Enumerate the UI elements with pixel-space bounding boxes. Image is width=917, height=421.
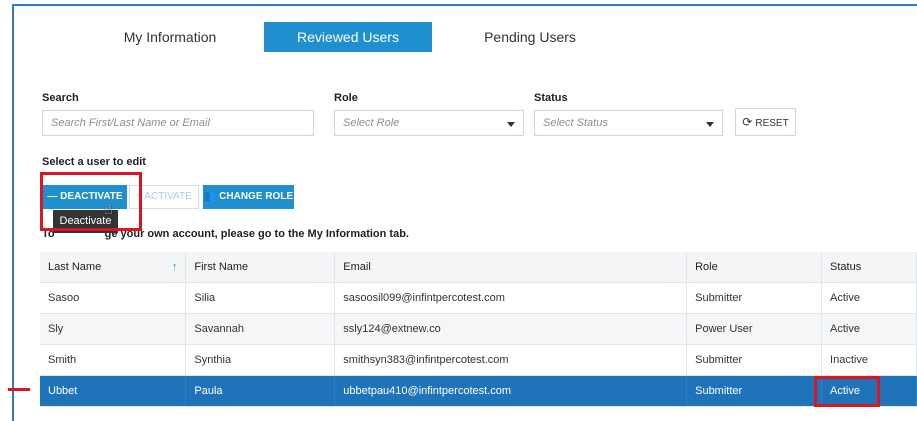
cell-role: Submitter — [686, 282, 823, 314]
table-row-selected[interactable]: Ubbet Paula ubbetpau410@infintpercotest.… — [40, 375, 917, 407]
cell-status: Active — [821, 282, 917, 314]
note-text: ge your own account, please go to the My… — [104, 228, 409, 240]
sort-asc-icon: ↑ — [171, 260, 178, 273]
col-header-role[interactable]: Role — [686, 252, 823, 283]
cell-role: Power User — [686, 313, 823, 345]
refresh-icon: ⟳ — [742, 115, 753, 129]
status-placeholder: Select Status — [543, 117, 608, 129]
cell-last-name: Smith — [40, 344, 187, 376]
status-highlight-box — [814, 376, 880, 407]
select-user-title: Select a user to edit — [42, 156, 146, 168]
reset-label: RESET — [755, 118, 789, 129]
status-label: Status — [534, 92, 568, 104]
table-row[interactable]: Sly Savannah ssly124@extnew.co Power Use… — [40, 313, 917, 345]
status-select[interactable]: Select Status — [534, 110, 723, 136]
chevron-down-icon — [706, 122, 714, 127]
cell-last-name: Ubbet — [40, 375, 187, 407]
col-header-first-name[interactable]: First Name — [185, 252, 336, 283]
search-label: Search — [42, 92, 79, 104]
table-row[interactable]: Sasoo Silia sasoosil099@infintpercotest.… — [40, 282, 917, 314]
cell-first-name: Paula — [185, 375, 336, 407]
role-label: Role — [334, 92, 358, 104]
role-placeholder: Select Role — [343, 117, 400, 129]
cell-status: Inactive — [821, 344, 917, 376]
change-role-button[interactable]: 👥 CHANGE ROLE — [203, 185, 294, 209]
tab-my-information[interactable]: My Information — [100, 22, 240, 52]
change-role-label: CHANGE ROLE — [219, 191, 294, 202]
cell-email: ubbetpau410@infintpercotest.com — [334, 375, 688, 407]
users-icon: 👥 — [203, 191, 220, 202]
cell-first-name: Silia — [185, 282, 336, 314]
search-input[interactable]: Search First/Last Name or Email — [42, 110, 314, 136]
reset-button[interactable]: ⟳ RESET — [735, 108, 796, 136]
cell-role: Submitter — [686, 375, 823, 407]
deactivate-highlight-box — [40, 172, 142, 231]
search-placeholder: Search First/Last Name or Email — [51, 117, 210, 129]
tab-reviewed-users[interactable]: Reviewed Users — [264, 22, 432, 52]
cell-email: ssly124@extnew.co — [334, 313, 688, 345]
cell-last-name: Sly — [40, 313, 187, 345]
tab-pending-users[interactable]: Pending Users — [460, 22, 600, 52]
cell-status: Active — [821, 313, 917, 345]
cell-first-name: Savannah — [185, 313, 336, 345]
col-header-email[interactable]: Email — [334, 252, 688, 283]
table-header-row: Last Name ↑ First Name Email Role Status — [40, 252, 917, 283]
col-header-last-name[interactable]: Last Name ↑ — [40, 252, 187, 283]
cell-last-name: Sasoo — [40, 282, 187, 314]
activate-label: ACTIVATE — [144, 191, 192, 202]
cell-first-name: Synthia — [185, 344, 336, 376]
table-row[interactable]: Smith Synthia smithsyn383@infintpercotes… — [40, 344, 917, 376]
cell-email: smithsyn383@infintpercotest.com — [334, 344, 688, 376]
chevron-down-icon — [507, 122, 515, 127]
role-select[interactable]: Select Role — [334, 110, 524, 136]
row-marker — [8, 388, 30, 391]
col-header-status[interactable]: Status — [821, 252, 917, 283]
users-table: Last Name ↑ First Name Email Role Status … — [40, 252, 917, 407]
cell-role: Submitter — [686, 344, 823, 376]
cell-email: sasoosil099@infintpercotest.com — [334, 282, 688, 314]
